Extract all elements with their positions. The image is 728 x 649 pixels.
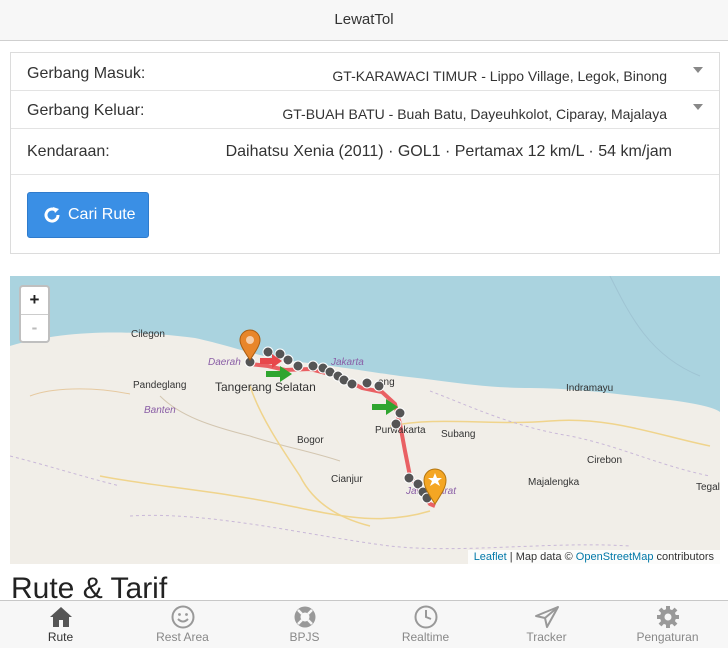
search-route-button[interactable]: Cari Rute xyxy=(27,192,149,238)
start-marker-icon xyxy=(239,329,261,361)
zoom-out-button[interactable]: - xyxy=(21,314,48,342)
tab-label: BPJS xyxy=(289,630,320,644)
bottom-tab-bar: Rute Rest Area BPJS Realtime Tracker Pen… xyxy=(0,600,728,648)
toll-gate-marker xyxy=(373,380,385,392)
tab-tracker[interactable]: Tracker xyxy=(486,601,607,649)
entry-gate-label: Gerbang Masuk: xyxy=(27,65,146,82)
zoom-in-button[interactable]: + xyxy=(21,287,48,314)
toll-gate-marker xyxy=(292,360,304,372)
lifebuoy-icon xyxy=(294,606,315,628)
direction-arrow-icon xyxy=(372,399,398,415)
tab-label: Rest Area xyxy=(156,630,209,644)
route-form: Gerbang Masuk: GT-KARAWACI TIMUR - Lippo… xyxy=(10,52,720,254)
exit-gate-select[interactable]: Gerbang Keluar: GT-BUAH BATU - Buah Batu… xyxy=(11,91,719,129)
tab-label: Rute xyxy=(47,630,74,644)
leaflet-link[interactable]: Leaflet xyxy=(474,551,507,563)
tab-bpjs[interactable]: BPJS xyxy=(244,601,365,649)
toll-gate-marker xyxy=(282,354,294,366)
tab-label: Pengaturan xyxy=(636,630,699,644)
tab-pengaturan[interactable]: Pengaturan xyxy=(607,601,728,649)
route-map[interactable]: Cilegon Pandeglang Banten Tangerang Sela… xyxy=(10,276,720,564)
toll-gate-marker xyxy=(262,346,274,358)
tab-realtime[interactable]: Realtime xyxy=(365,601,486,649)
app-title: LewatTol xyxy=(334,11,394,28)
chevron-down-icon[interactable] xyxy=(693,104,703,110)
toll-gate-marker xyxy=(394,407,406,419)
toll-gate-marker xyxy=(346,378,358,390)
tab-rest-area[interactable]: Rest Area xyxy=(122,601,243,649)
route-overlay xyxy=(239,329,447,505)
map-data-text: | Map data © xyxy=(509,551,573,563)
toll-gate-marker xyxy=(390,418,402,430)
tab-label: Tracker xyxy=(526,630,567,644)
refresh-icon xyxy=(44,207,60,223)
home-icon xyxy=(49,607,72,627)
exit-gate-value[interactable]: GT-BUAH BATU - Buah Batu, Dayeuhkolot, C… xyxy=(282,106,667,122)
send-icon xyxy=(534,606,559,628)
direction-arrow-icon xyxy=(266,366,292,382)
map-attribution: Leaflet | Map data © OpenStreetMap contr… xyxy=(467,550,720,564)
tab-label: Realtime xyxy=(401,630,450,644)
vehicle-select[interactable]: Kendaraan: Daihatsu Xenia (2011) · GOL1 … xyxy=(11,129,719,175)
smiley-icon xyxy=(171,605,194,629)
toll-gate-markers xyxy=(244,346,433,504)
entry-gate-value[interactable]: GT-KARAWACI TIMUR - Lippo Village, Legok… xyxy=(332,68,667,84)
toll-gate-marker xyxy=(307,360,319,372)
exit-gate-label: Gerbang Keluar: xyxy=(27,102,145,119)
chevron-down-icon[interactable] xyxy=(693,67,703,73)
entry-gate-select[interactable]: Gerbang Masuk: GT-KARAWACI TIMUR - Lippo… xyxy=(11,53,719,91)
vehicle-label: Kendaraan: xyxy=(27,143,110,160)
toll-gate-marker xyxy=(403,472,415,484)
zoom-control: + - xyxy=(19,285,50,343)
clock-icon xyxy=(414,605,437,629)
search-route-label: Cari Rute xyxy=(68,206,136,223)
app-title-bar: LewatTol xyxy=(0,0,728,41)
tab-rute[interactable]: Rute xyxy=(0,601,121,649)
osm-link[interactable]: OpenStreetMap xyxy=(576,551,654,563)
contributors-text: contributors xyxy=(656,551,714,563)
toll-gate-marker xyxy=(361,377,373,389)
gear-icon xyxy=(656,606,679,628)
vehicle-value[interactable]: Daihatsu Xenia (2011) · GOL1 · Pertamax … xyxy=(226,143,672,161)
